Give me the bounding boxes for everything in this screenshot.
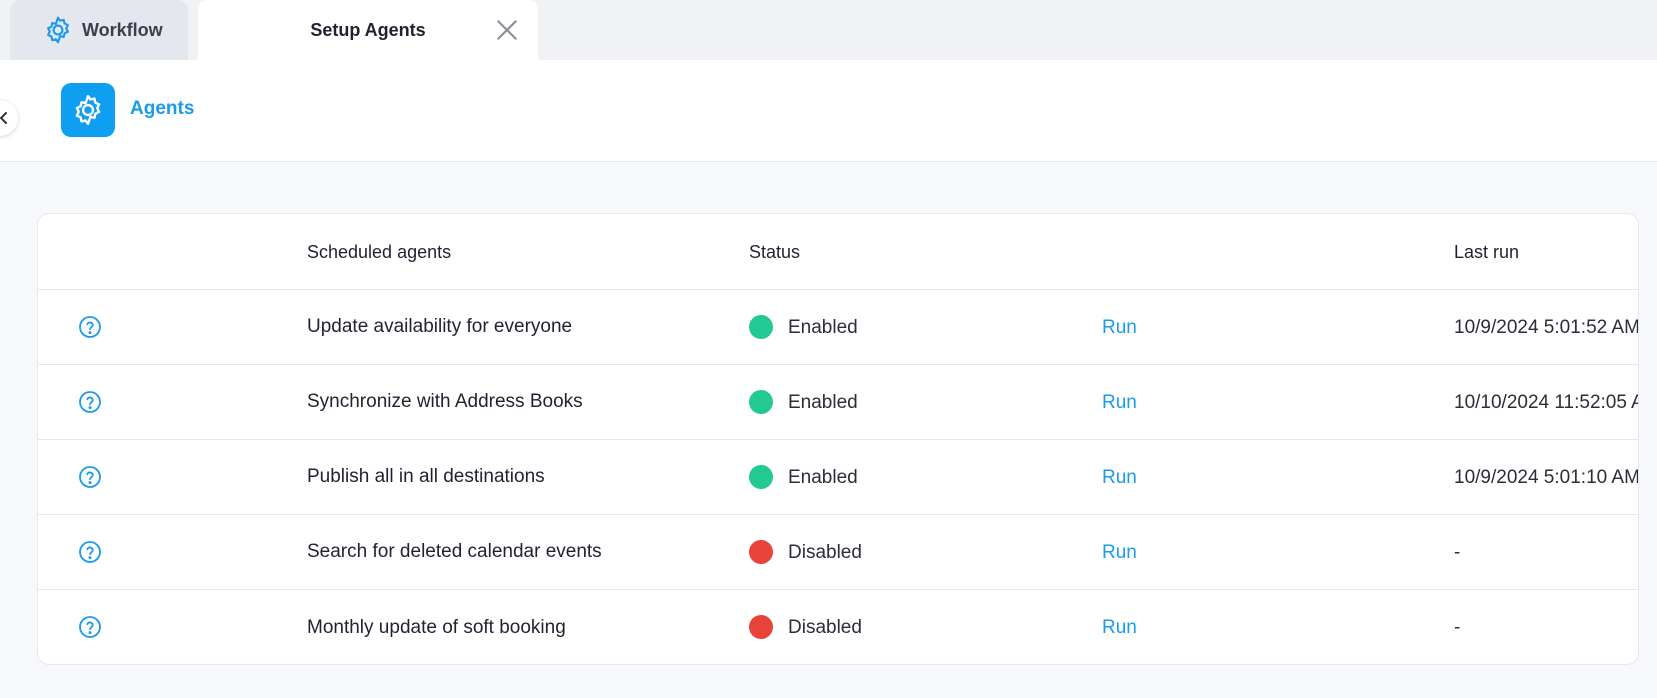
run-button[interactable]: Run bbox=[1102, 317, 1137, 339]
page-header: Agents bbox=[0, 60, 1657, 162]
tab-workflow[interactable]: Workflow bbox=[10, 0, 188, 60]
help-icon[interactable] bbox=[78, 540, 102, 564]
tab-bar: Workflow Setup Agents bbox=[0, 0, 1657, 60]
table-row: Update availability for everyone Enabled… bbox=[38, 290, 1638, 365]
status-indicator bbox=[749, 465, 773, 489]
table-row: Monthly update of soft booking Disabled … bbox=[38, 590, 1638, 664]
status-label: Disabled bbox=[788, 617, 862, 638]
chevron-left-icon bbox=[0, 112, 7, 124]
tab-label: Setup Agents bbox=[310, 19, 426, 40]
agent-name: Monthly update of soft booking bbox=[307, 616, 566, 638]
status-indicator bbox=[749, 540, 773, 564]
table-row: Search for deleted calendar events Disab… bbox=[38, 515, 1638, 590]
help-icon[interactable] bbox=[78, 390, 102, 414]
tab-label: Workflow bbox=[82, 19, 163, 40]
close-icon[interactable] bbox=[494, 17, 520, 43]
agent-name: Publish all in all destinations bbox=[307, 466, 545, 487]
agent-name: Synchronize with Address Books bbox=[307, 391, 583, 412]
run-button[interactable]: Run bbox=[1102, 392, 1137, 414]
page-title: Agents bbox=[130, 98, 195, 119]
sidebar-collapse-button[interactable] bbox=[0, 100, 18, 136]
table-row: Publish all in all destinations Enabled … bbox=[38, 440, 1638, 515]
help-icon[interactable] bbox=[78, 465, 102, 489]
run-button[interactable]: Run bbox=[1102, 617, 1137, 639]
last-run-value: 10/10/2024 11:52:05 AM bbox=[1454, 392, 1638, 413]
agents-table: Scheduled agents Status Last run Update … bbox=[37, 213, 1639, 665]
status-label: Disabled bbox=[788, 542, 862, 563]
status-label: Enabled bbox=[788, 392, 858, 413]
help-icon[interactable] bbox=[78, 615, 102, 639]
agent-name: Update availability for everyone bbox=[307, 316, 573, 337]
status-indicator bbox=[749, 615, 773, 639]
last-run-value: - bbox=[1454, 542, 1461, 563]
run-button[interactable]: Run bbox=[1102, 467, 1137, 489]
table-row: Synchronize with Address Books Enabled R… bbox=[38, 365, 1638, 440]
help-icon[interactable] bbox=[78, 315, 102, 339]
column-header-status: Status bbox=[749, 242, 801, 262]
tab-setup-agents[interactable]: Setup Agents bbox=[198, 0, 538, 60]
column-header-scheduled-agents: Scheduled agents bbox=[307, 242, 452, 262]
status-label: Enabled bbox=[788, 467, 858, 488]
status-indicator bbox=[749, 390, 773, 414]
last-run-value: 10/9/2024 5:01:10 AM bbox=[1454, 467, 1639, 488]
column-header-last-run: Last run bbox=[1454, 242, 1520, 262]
status-label: Enabled bbox=[788, 317, 858, 338]
last-run-value: 10/9/2024 5:01:52 AM bbox=[1454, 317, 1639, 338]
agent-name: Search for deleted calendar events bbox=[307, 541, 602, 562]
agents-icon-tile bbox=[61, 83, 115, 137]
table-header: Scheduled agents Status Last run bbox=[38, 214, 1638, 290]
last-run-value: - bbox=[1454, 617, 1461, 638]
gear-icon bbox=[47, 16, 69, 44]
gear-icon bbox=[75, 95, 101, 125]
status-indicator bbox=[749, 315, 773, 339]
run-button[interactable]: Run bbox=[1102, 542, 1137, 564]
